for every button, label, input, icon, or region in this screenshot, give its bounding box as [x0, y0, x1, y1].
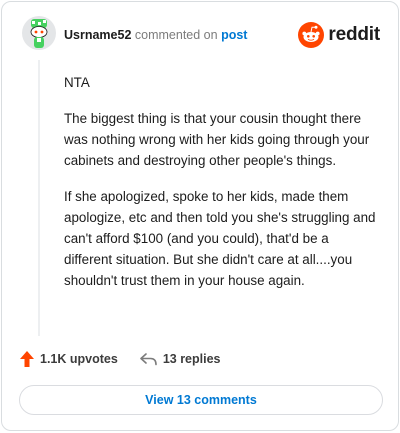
post-link[interactable]: post [221, 28, 247, 42]
avatar[interactable] [22, 16, 56, 50]
action-text: commented on [134, 28, 218, 42]
reddit-wordmark: reddit [328, 24, 380, 45]
username-link[interactable]: Usrname52 [64, 28, 131, 42]
comment-actions: 1.1K upvotes 13 replies [20, 351, 221, 367]
upvote-count: 1.1K upvotes [40, 352, 118, 366]
replies-button[interactable]: 13 replies [140, 352, 221, 366]
comment-header: Usrname52 commented on post [64, 28, 247, 42]
reddit-logo-icon [298, 22, 325, 48]
thread-line[interactable] [38, 60, 40, 336]
comment-card: Usrname52 commented on post reddit NTA T… [1, 1, 399, 431]
upvote-arrow-icon [20, 351, 34, 367]
view-comments-button[interactable]: View 13 comments [19, 385, 383, 415]
comment-paragraph: The biggest thing is that your cousin th… [64, 111, 370, 168]
comment-paragraph: NTA [64, 75, 90, 90]
comment-body: NTA The biggest thing is that your cousi… [64, 72, 380, 306]
reply-arrow-icon [140, 352, 157, 365]
reddit-brand: reddit [298, 22, 380, 48]
upvote-button[interactable]: 1.1K upvotes [20, 351, 118, 367]
replies-count: 13 replies [162, 352, 221, 366]
comment-paragraph: If she apologized, spoke to her kids, ma… [64, 189, 376, 288]
